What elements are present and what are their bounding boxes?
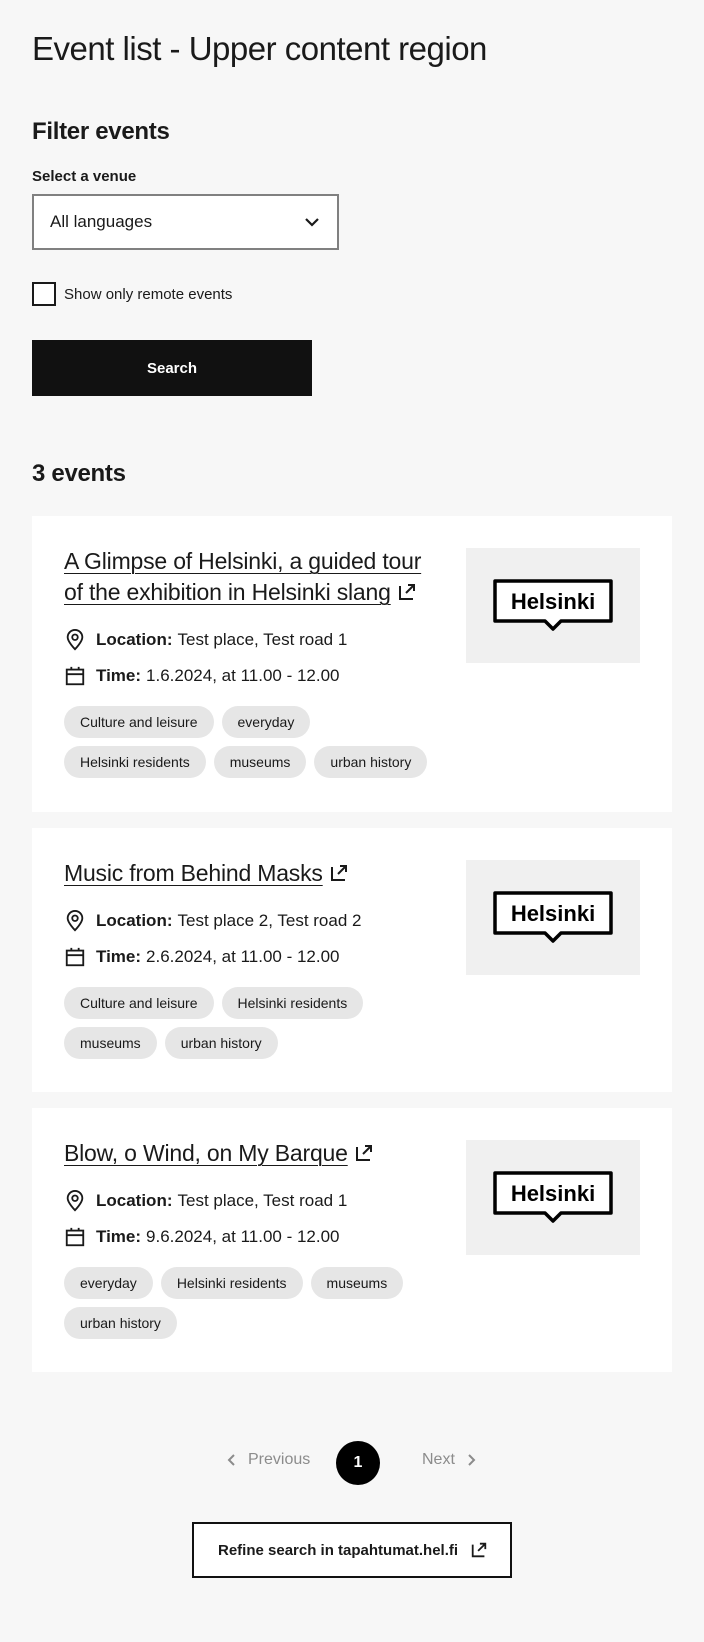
tag[interactable]: urban history [164, 1027, 278, 1059]
event-time-row: Time: 2.6.2024, at 11.00 - 12.00 [64, 939, 434, 975]
pagination-next[interactable]: Next [422, 1451, 479, 1469]
events-count: 3 events [32, 460, 126, 487]
external-link-icon [330, 864, 347, 881]
event-time-row: Time: 9.6.2024, at 11.00 - 12.00 [64, 1219, 434, 1255]
event-title: A Glimpse of Helsinki, a guided tour of … [64, 548, 422, 605]
event-card: Music from Behind Masks Location: Test pl… [32, 828, 672, 1092]
remote-events-checkbox[interactable] [32, 282, 56, 306]
remote-events-label: Show only remote events [64, 285, 233, 303]
tag[interactable]: museums [213, 746, 307, 778]
external-link-icon [398, 583, 415, 600]
remote-events-checkbox-row[interactable]: Show only remote events [32, 282, 232, 306]
location-pin-icon [66, 629, 84, 651]
svg-text:Helsinki: Helsinki [511, 589, 595, 614]
calendar-icon [65, 666, 85, 686]
chevron-left-icon [227, 1454, 235, 1466]
tag[interactable]: Helsinki residents [160, 1267, 303, 1299]
tag[interactable]: urban history [314, 746, 428, 778]
pagination: Previous 1 Next [32, 1441, 672, 1485]
svg-text:Helsinki: Helsinki [511, 1181, 595, 1206]
venue-label: Select a venue [32, 168, 137, 185]
event-title: Blow, o Wind, on My Barque [64, 1140, 348, 1166]
refine-search-label: Refine search in tapahtumat.hel.fi [218, 1541, 459, 1559]
event-card-body: Music from Behind Masks Location: Test pl… [64, 858, 434, 1059]
tag[interactable]: museums [64, 1027, 157, 1059]
external-link-icon [355, 1144, 372, 1161]
time-label: Time: [96, 1227, 142, 1246]
event-card: Blow, o Wind, on My Barque Location: Test… [32, 1108, 672, 1372]
tag[interactable]: Culture and leisure [64, 987, 214, 1019]
event-title-link[interactable]: A Glimpse of Helsinki, a guided tour of … [64, 548, 421, 605]
chevron-down-icon [305, 218, 319, 227]
venue-select-value: All languages [50, 212, 153, 231]
location-pin-icon [66, 1190, 84, 1212]
location-label: Location: [96, 911, 173, 930]
tag[interactable]: museums [310, 1267, 404, 1299]
event-location-row: Location: Test place 2, Test road 2 [64, 903, 434, 939]
event-location: Test place, Test road 1 [177, 1191, 348, 1210]
event-card-body: A Glimpse of Helsinki, a guided tour of … [64, 546, 434, 778]
event-image: Helsinki [466, 548, 640, 663]
calendar-icon [65, 1227, 85, 1247]
venue-select[interactable]: All languages [32, 194, 339, 250]
event-time: 2.6.2024, at 11.00 - 12.00 [146, 947, 340, 966]
helsinki-logo: Helsinki [493, 890, 613, 943]
location-pin-icon [66, 910, 84, 932]
location-label: Location: [96, 1191, 173, 1210]
pagination-previous-label: Previous [248, 1451, 311, 1468]
tag[interactable]: everyday [221, 706, 311, 738]
event-image: Helsinki [466, 860, 640, 975]
search-button[interactable]: Search [32, 340, 312, 396]
helsinki-logo: Helsinki [493, 578, 613, 631]
event-tags: Culture and leisure Helsinki residents m… [64, 987, 434, 1059]
tag[interactable]: everyday [64, 1267, 153, 1299]
pagination-current-page[interactable]: 1 [336, 1441, 380, 1485]
event-time: 1.6.2024, at 11.00 - 12.00 [146, 666, 340, 685]
location-label: Location: [96, 630, 173, 649]
page-title: Event list - Upper content region [32, 30, 487, 67]
pagination-previous[interactable]: Previous [224, 1451, 310, 1469]
event-location: Test place 2, Test road 2 [177, 911, 362, 930]
tag[interactable]: urban history [64, 1307, 177, 1339]
event-title-link[interactable]: Music from Behind Masks [64, 860, 349, 886]
event-title: Music from Behind Masks [64, 860, 323, 886]
event-tags: everyday Helsinki residents museums urba… [64, 1267, 434, 1339]
event-location-row: Location: Test place, Test road 1 [64, 1183, 434, 1219]
event-location-row: Location: Test place, Test road 1 [64, 622, 434, 658]
chevron-right-icon [468, 1454, 476, 1466]
event-time: 9.6.2024, at 11.00 - 12.00 [146, 1227, 340, 1246]
event-card: A Glimpse of Helsinki, a guided tour of … [32, 516, 672, 812]
refine-search-button[interactable]: Refine search in tapahtumat.hel.fi [192, 1522, 512, 1578]
tag[interactable]: Helsinki residents [64, 746, 206, 778]
tag[interactable]: Helsinki residents [221, 987, 364, 1019]
pagination-next-label: Next [422, 1451, 455, 1468]
external-link-icon [471, 1542, 487, 1558]
tag[interactable]: Culture and leisure [64, 706, 214, 738]
calendar-icon [65, 947, 85, 967]
event-time-row: Time: 1.6.2024, at 11.00 - 12.00 [64, 658, 434, 694]
event-title-link[interactable]: Blow, o Wind, on My Barque [64, 1140, 374, 1166]
event-image: Helsinki [466, 1140, 640, 1255]
event-location: Test place, Test road 1 [177, 630, 348, 649]
svg-text:Helsinki: Helsinki [511, 901, 595, 926]
filter-heading: Filter events [32, 118, 170, 145]
time-label: Time: [96, 666, 142, 685]
event-tags: Culture and leisure everyday Helsinki re… [64, 706, 434, 778]
event-card-body: Blow, o Wind, on My Barque Location: Test… [64, 1138, 434, 1339]
helsinki-logo: Helsinki [493, 1170, 613, 1223]
time-label: Time: [96, 947, 142, 966]
